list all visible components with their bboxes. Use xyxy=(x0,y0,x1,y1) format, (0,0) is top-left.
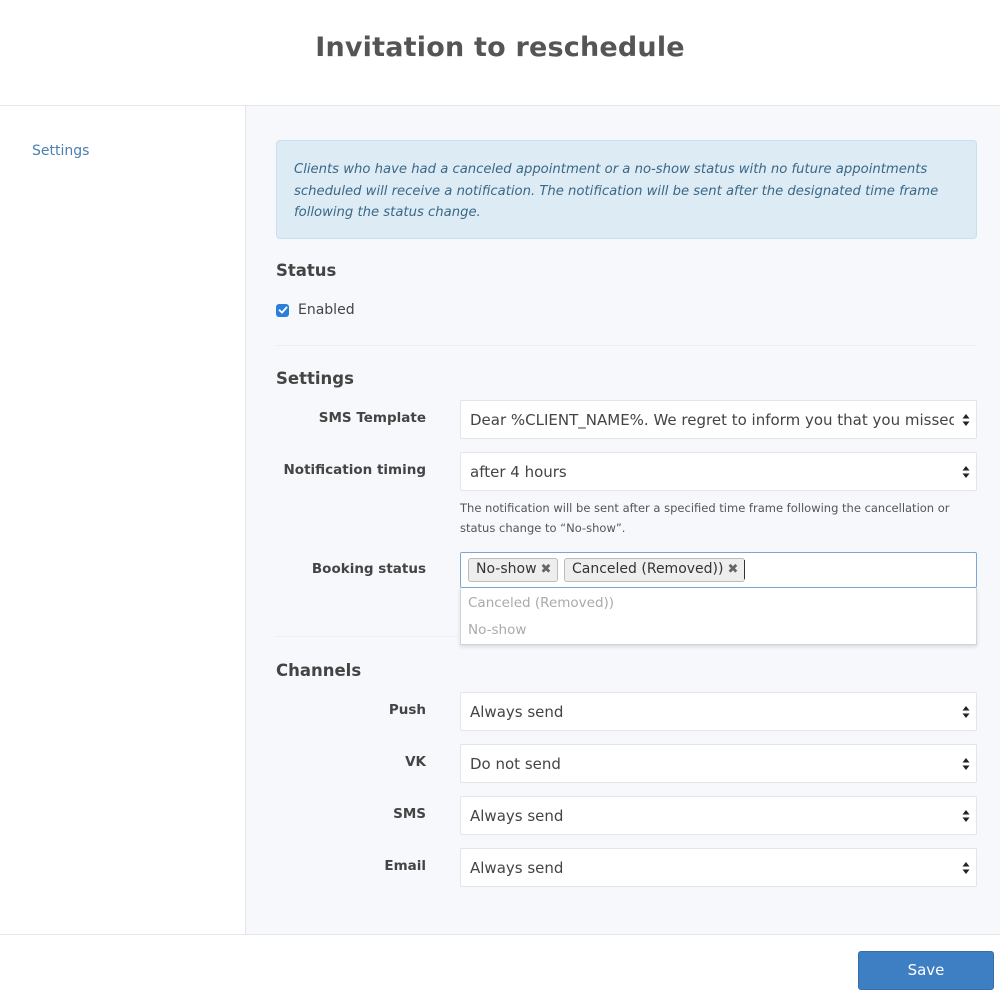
sidebar: Settings xyxy=(0,106,246,934)
channel-push-value: Always send xyxy=(470,703,564,721)
channel-vk-value: Do not send xyxy=(470,755,561,773)
save-button[interactable]: Save xyxy=(858,951,994,990)
info-line: following the status change. xyxy=(294,205,481,220)
enabled-checkbox[interactable] xyxy=(276,303,289,317)
status-section-title: Status xyxy=(276,261,337,280)
notification-timing-value: after 4 hours xyxy=(470,463,567,481)
sms-template-label: SMS Template xyxy=(318,410,426,426)
channel-push-label: Push xyxy=(388,702,426,718)
divider xyxy=(276,636,460,637)
enabled-checkbox-row[interactable]: Enabled xyxy=(276,302,355,318)
updown-arrows-icon xyxy=(962,810,970,822)
updown-arrows-icon xyxy=(962,706,970,718)
main-content: Clients who have had a canceled appointm… xyxy=(246,106,1000,934)
notification-timing-label: Notification timing xyxy=(283,462,427,478)
text-caret xyxy=(744,560,745,579)
channel-sms-select[interactable]: Always send xyxy=(460,796,977,835)
updown-arrows-icon xyxy=(962,466,970,478)
channel-email-value: Always send xyxy=(470,859,564,877)
sidebar-item-settings[interactable]: Settings xyxy=(32,143,89,159)
remove-tag-icon[interactable]: ✖ xyxy=(541,562,552,577)
sms-template-value: Dear %CLIENT_NAME%. We regret to inform … xyxy=(470,411,954,429)
help-line: status change to “No-show”. xyxy=(460,521,626,535)
footer-bar: Save xyxy=(0,934,1000,992)
booking-status-dropdown: Canceled (Removed)) No-show xyxy=(460,588,977,645)
notification-timing-help: The notification will be sent after a sp… xyxy=(460,498,970,538)
channel-vk-label: VK xyxy=(405,754,426,770)
channels-section-title: Channels xyxy=(276,661,362,680)
settings-section-title: Settings xyxy=(276,369,354,388)
channel-sms-label: SMS xyxy=(393,806,426,822)
channel-push-select[interactable]: Always send xyxy=(460,692,977,731)
channel-vk-select[interactable]: Do not send xyxy=(460,744,977,783)
channel-sms-value: Always send xyxy=(470,807,564,825)
page-title: Invitation to reschedule xyxy=(315,32,685,63)
page-header: Invitation to reschedule xyxy=(0,0,1000,106)
info-line: scheduled will receive a notification. T… xyxy=(294,183,939,199)
tag-label: No-show xyxy=(476,561,537,577)
tag-no-show: No-show ✖ xyxy=(468,558,559,582)
tag-canceled-removed: Canceled (Removed)) ✖ xyxy=(564,558,746,582)
channel-email-label: Email xyxy=(384,858,426,874)
updown-arrows-icon xyxy=(962,414,970,426)
info-line: Clients who have had a canceled appointm… xyxy=(294,162,928,177)
booking-status-label: Booking status xyxy=(311,561,426,577)
channel-email-select[interactable]: Always send xyxy=(460,848,977,887)
dropdown-option[interactable]: No-show xyxy=(468,622,526,638)
updown-arrows-icon xyxy=(962,758,970,770)
remove-tag-icon[interactable]: ✖ xyxy=(727,562,738,577)
tag-label: Canceled (Removed)) xyxy=(572,561,724,577)
checkmark-icon xyxy=(278,306,287,314)
booking-status-input[interactable]: No-show ✖ Canceled (Removed)) ✖ xyxy=(460,552,977,588)
help-line: The notification will be sent after a sp… xyxy=(460,501,950,515)
notification-timing-select[interactable]: after 4 hours xyxy=(460,452,977,491)
dropdown-option[interactable]: Canceled (Removed)) xyxy=(468,595,614,611)
divider xyxy=(276,345,977,346)
sms-template-select[interactable]: Dear %CLIENT_NAME%. We regret to inform … xyxy=(460,400,977,439)
updown-arrows-icon xyxy=(962,862,970,874)
enabled-label: Enabled xyxy=(298,302,355,318)
info-notice: Clients who have had a canceled appointm… xyxy=(276,140,977,239)
